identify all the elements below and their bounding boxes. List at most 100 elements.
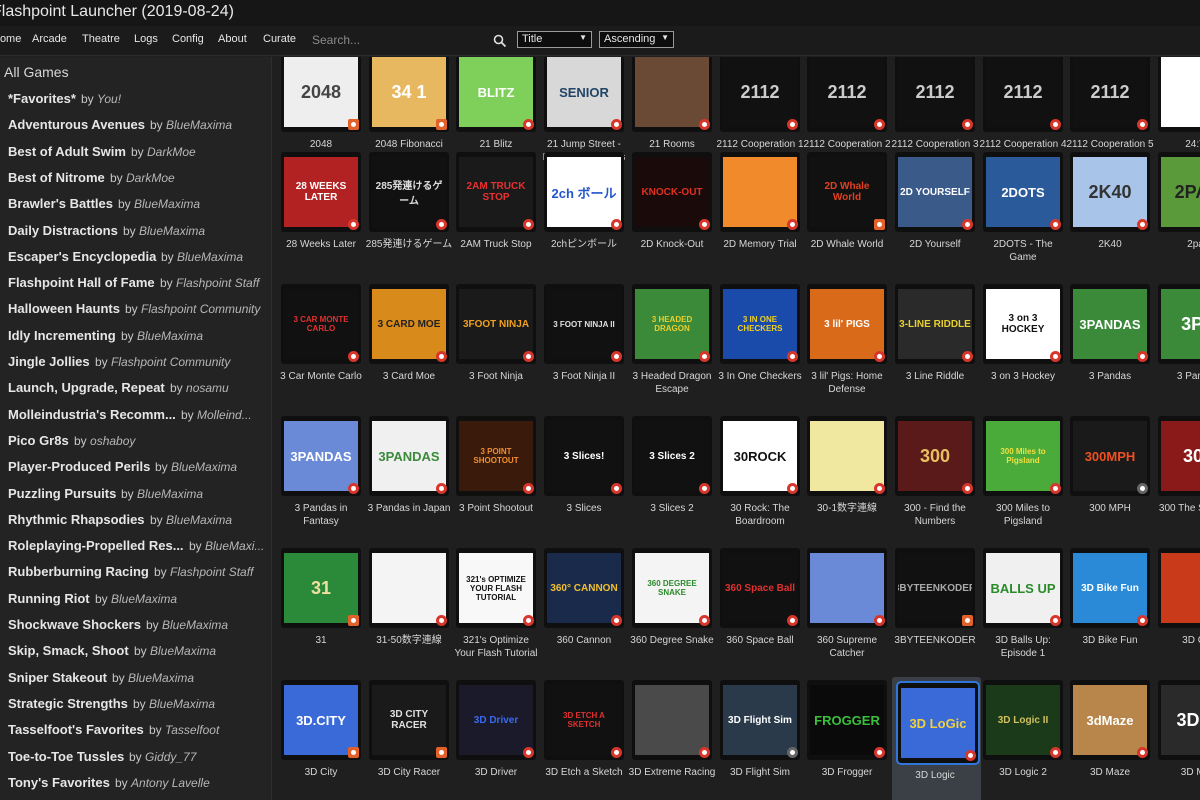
nav-logs[interactable]: Logs bbox=[134, 33, 158, 45]
game-thumbnail: 2ch ボール bbox=[547, 157, 621, 227]
game-thumbnail-frame bbox=[632, 680, 712, 760]
playlist-item[interactable]: Best of Nitrome by DarkMoe bbox=[0, 165, 271, 191]
game-thumbnail: 2AM TRUCK STOP bbox=[459, 157, 533, 227]
playlist-item[interactable]: Sniper Stakeout by BlueMaxima bbox=[0, 665, 271, 691]
game-title: 3 lil' Pigs: Home Defense bbox=[811, 371, 883, 395]
flash-platform-icon bbox=[523, 351, 534, 362]
playlist-author-line: by BlueMaxima bbox=[161, 249, 244, 264]
game-thumbnail: 3-LINE RIDDLE bbox=[898, 289, 972, 359]
game-thumbnail: 2112 bbox=[986, 57, 1060, 127]
game-thumbnail: SENIOR bbox=[547, 57, 621, 127]
search-icon[interactable] bbox=[493, 34, 507, 48]
game-title: 3 Pandas in Fantasy bbox=[294, 503, 348, 527]
flash-platform-icon bbox=[699, 747, 710, 758]
search-input[interactable] bbox=[312, 30, 487, 50]
nav-home[interactable]: Home bbox=[0, 33, 21, 45]
game-thumbnail bbox=[810, 421, 884, 491]
game-title: 2112 Cooperation 5 bbox=[1066, 139, 1154, 150]
playlist-item[interactable]: Strategic Strengths by BlueMaxima bbox=[0, 691, 271, 717]
game-thumbnail-frame: 3 HEADED DRAGON bbox=[632, 284, 712, 364]
flash-platform-icon bbox=[874, 483, 885, 494]
playlist-item[interactable]: Idly Incrementing by BlueMaxima bbox=[0, 323, 271, 349]
nav-curate[interactable]: Curate bbox=[263, 33, 296, 45]
game-thumbnail: KNOCK-OUT bbox=[635, 157, 709, 227]
game-title: 3 Line Riddle bbox=[905, 371, 965, 382]
playlist-item[interactable]: Tasselfoot's Favorites by Tasselfoot bbox=[0, 717, 271, 743]
playlist-author-line: by BlueMaxima bbox=[121, 486, 204, 501]
playlist-item[interactable]: Flashpoint Hall of Fame by Flashpoint Sta… bbox=[0, 270, 271, 296]
game-title: 3D Flight Sim bbox=[729, 767, 790, 778]
playlist-item[interactable]: Tony's Favorites by Antony Lavelle bbox=[0, 770, 271, 796]
nav-arcade[interactable]: Arcade bbox=[32, 33, 67, 45]
game-title: 360 Space Ball bbox=[726, 635, 794, 646]
flash-platform-icon bbox=[699, 219, 710, 230]
flash-platform-icon bbox=[1050, 615, 1061, 626]
playlist-item[interactable]: Rhythmic Rhapsodies by BlueMaxima bbox=[0, 507, 271, 533]
playlist-item[interactable]: Skip, Smack, Shoot by BlueMaxima bbox=[0, 638, 271, 664]
playlist-item[interactable]: Roleplaying-Propelled Res... by BlueMaxi.… bbox=[0, 533, 271, 559]
playlist-item[interactable]: Pico Gr8s by oshaboy bbox=[0, 428, 271, 454]
game-title: 2D Whale World bbox=[810, 239, 884, 250]
game-title: 3D Car bbox=[1182, 635, 1200, 646]
playlist-item[interactable]: Running Riot by BlueMaxima bbox=[0, 586, 271, 612]
flash-platform-icon bbox=[699, 483, 710, 494]
game-thumbnail: 3PANDAS bbox=[284, 421, 358, 491]
playlist-item[interactable]: Puzzling Pursuits by BlueMaxima bbox=[0, 481, 271, 507]
chevron-down-icon: ▼ bbox=[661, 33, 669, 42]
game-thumbnail-frame: 28 WEEKS LATER bbox=[281, 152, 361, 232]
playlist-author: Antony Lavelle bbox=[131, 775, 210, 790]
playlist-item[interactable]: Brawler's Battles by BlueMaxima bbox=[0, 191, 271, 217]
game-thumbnail bbox=[372, 553, 446, 623]
playlist-item[interactable]: *Favorites* by You! bbox=[0, 86, 271, 112]
game-title: 2D Yourself bbox=[909, 239, 961, 250]
playlist-item[interactable]: Adventurous Avenues by BlueMaxima bbox=[0, 112, 271, 138]
game-title: 3D Extreme Racing bbox=[628, 767, 716, 778]
playlist-item[interactable]: Launch, Upgrade, Repeat by nosamu bbox=[0, 375, 271, 401]
game-title: 3 Pandas bbox=[1088, 371, 1132, 382]
nav-about[interactable]: About bbox=[218, 33, 247, 45]
playlist-author: BlueMaxima bbox=[128, 670, 195, 685]
game-title: 21 Blitz bbox=[479, 139, 513, 150]
game-thumbnail-frame: 300 bbox=[895, 416, 975, 496]
playlist-item[interactable]: Shockwave Shockers by BlueMaxima bbox=[0, 612, 271, 638]
html-platform-icon bbox=[874, 219, 885, 230]
playlist-item[interactable]: Daily Distractions by BlueMaxima bbox=[0, 218, 271, 244]
flash-platform-icon bbox=[436, 483, 447, 494]
game-thumbnail: FROGGER bbox=[810, 685, 884, 755]
playlist-author-line: by oshaboy bbox=[74, 433, 136, 448]
playlist-item[interactable]: Player-Produced Perils by BlueMaxima bbox=[0, 454, 271, 480]
nav-config[interactable]: Config bbox=[172, 33, 204, 45]
game-thumbnail-frame: 2112 bbox=[1070, 57, 1150, 132]
playlist-item[interactable]: Halloween Haunts by Flashpoint Community bbox=[0, 296, 271, 322]
playlist-item[interactable]: Toe-to-Toe Tussles by Giddy_77 bbox=[0, 744, 271, 770]
game-thumbnail-frame: 3PANDAS bbox=[281, 416, 361, 496]
game-thumbnail-frame: 3D Bike Fun bbox=[1070, 548, 1150, 628]
all-games-item[interactable]: All Games bbox=[4, 64, 69, 80]
game-thumbnail-frame: 321's OPTIMIZE YOUR FLASH TUTORIAL bbox=[456, 548, 536, 628]
flash-platform-icon bbox=[611, 351, 622, 362]
sort-order-select[interactable]: Ascending ▼ bbox=[599, 31, 674, 48]
playlist-item[interactable]: Escaper's Encyclopedia by BlueMaxima bbox=[0, 244, 271, 270]
flash-platform-icon bbox=[348, 483, 359, 494]
game-thumbnail: 3 on 3 HOCKEY bbox=[986, 289, 1060, 359]
game-thumbnail-frame: 3 CAR MONTE CARLO bbox=[281, 284, 361, 364]
game-thumbnail-frame: 360 Space Ball bbox=[720, 548, 800, 628]
flash-platform-icon bbox=[523, 119, 534, 130]
game-thumbnail-frame: 3 IN ONE CHECKERS bbox=[720, 284, 800, 364]
playlist-item[interactable]: Best of Adult Swim by DarkMoe bbox=[0, 139, 271, 165]
game-thumbnail-frame: 2112 bbox=[895, 57, 975, 132]
sort-field-select[interactable]: Title ▼ bbox=[517, 31, 592, 48]
game-thumbnail: 3 lil' PIGS bbox=[810, 289, 884, 359]
nav-theatre[interactable]: Theatre bbox=[82, 33, 120, 45]
game-thumbnail: 2DOTS bbox=[986, 157, 1060, 227]
game-thumbnail: 3dMaze bbox=[1073, 685, 1147, 755]
flash-platform-icon bbox=[965, 750, 976, 761]
playlist-item[interactable]: Molleindustria's Recomm... by Molleind... bbox=[0, 402, 271, 428]
playlist-item[interactable]: Rubberburning Racing by Flashpoint Staff bbox=[0, 559, 271, 585]
flash-platform-icon bbox=[874, 615, 885, 626]
flash-platform-icon bbox=[1050, 483, 1061, 494]
chevron-down-icon: ▼ bbox=[579, 33, 587, 42]
game-title: 2112 Cooperation 4 bbox=[979, 139, 1067, 150]
game-thumbnail-frame: 3D LoGic bbox=[896, 681, 980, 765]
playlist-item[interactable]: Jingle Jollies by Flashpoint Community bbox=[0, 349, 271, 375]
